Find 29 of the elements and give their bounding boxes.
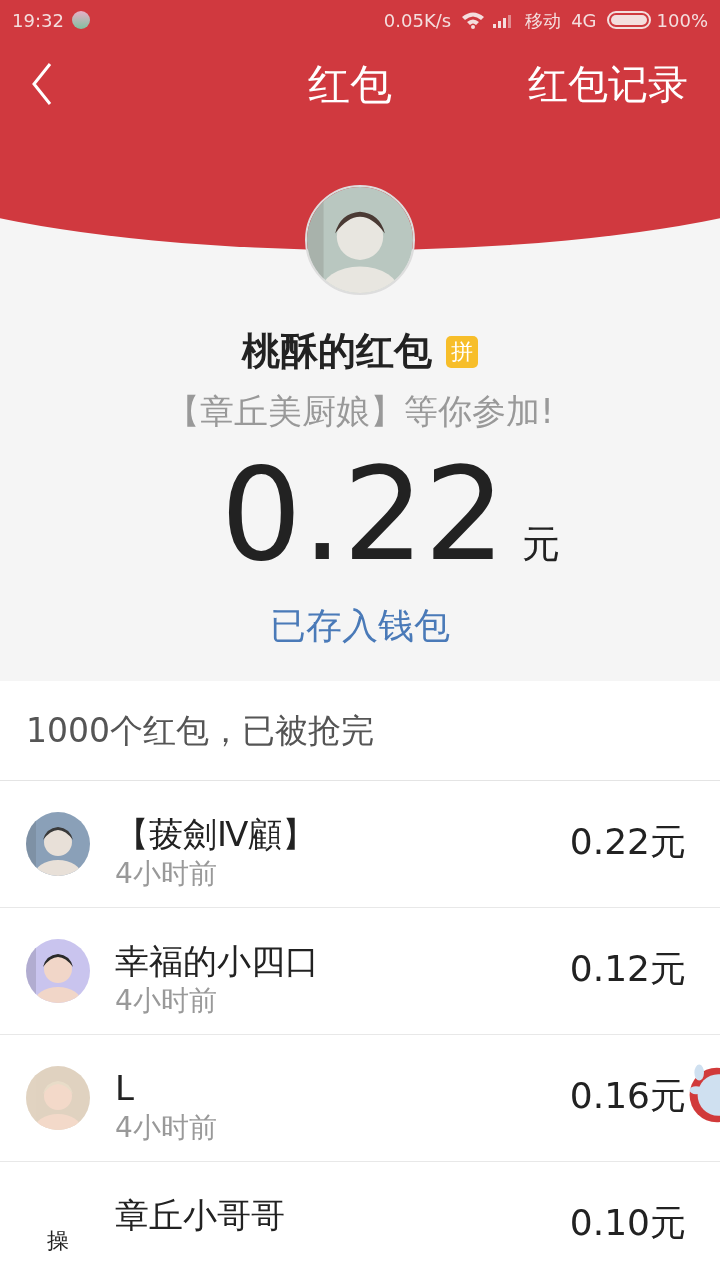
records-link[interactable]: 红包记录 <box>528 54 688 114</box>
entry-time: 4小时前 <box>115 983 218 1019</box>
back-icon <box>30 62 54 106</box>
entry-name: 【菝劍Ⅳ顧】 <box>115 813 317 856</box>
entry-amount: 0.10元 <box>569 1201 686 1245</box>
entry-time: 4小时前 <box>115 856 218 892</box>
currency-unit: 元 <box>521 521 560 568</box>
summary-text: 1000个红包，已被抢完 <box>26 709 374 752</box>
entry-name: 章丘小哥哥 <box>115 1194 285 1237</box>
page-title: 红包 <box>308 58 392 111</box>
entry-time: 4小时前 <box>115 1110 217 1146</box>
avatar-text: 操 <box>47 1227 69 1255</box>
entry-amount: 0.16元 <box>569 1074 686 1118</box>
entry-amount: 0.22元 <box>569 820 686 864</box>
wifi-icon <box>461 11 486 29</box>
wallet-note[interactable]: 已存入钱包 <box>270 599 450 653</box>
entry-name: L <box>115 1067 135 1110</box>
entry-name: 幸福的小四口 <box>115 940 319 983</box>
entry-amount: 0.12元 <box>569 947 686 991</box>
network-speed: 0.05K/s <box>383 8 452 33</box>
group-badge: 拼 <box>446 335 478 368</box>
greeting-text: 【章丘美厨娘】等你参加! <box>166 390 554 433</box>
carrier-name: 移动 <box>525 8 562 33</box>
sender-title: 桃酥的红包 <box>242 328 432 375</box>
amount-value: 0.22 <box>220 451 506 579</box>
battery-level: 100% <box>656 8 708 33</box>
status-time: 19:32 <box>12 8 64 33</box>
battery-icon <box>606 11 651 29</box>
network-type: 4G <box>571 8 597 33</box>
